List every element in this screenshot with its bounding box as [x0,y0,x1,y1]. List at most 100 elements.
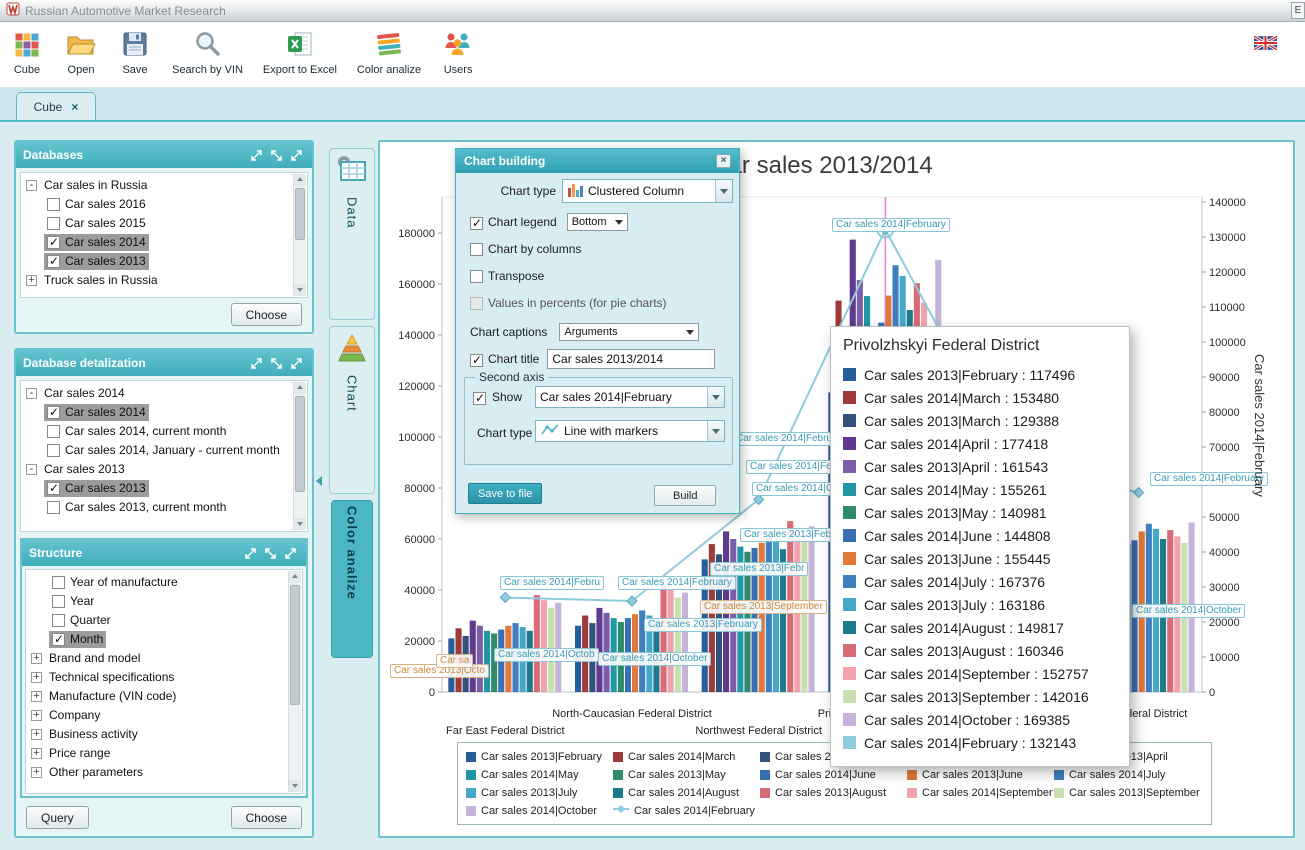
collapse-node-icon[interactable]: - [26,180,37,191]
toolbar-button-users[interactable]: Users [441,26,475,76]
structure-tree-row[interactable]: Year [27,592,287,611]
expand-all-icon[interactable] [248,355,265,372]
structure-tree-row[interactable]: +Brand and model [27,649,287,668]
checkbox[interactable] [47,406,60,419]
expand-node-icon[interactable]: + [31,748,42,759]
maximize-panel-icon[interactable] [282,545,299,562]
checkbox[interactable] [52,633,65,646]
bar[interactable] [541,600,547,692]
collapse-all-icon[interactable] [268,355,285,372]
chart-by-columns-checkbox[interactable] [470,243,483,256]
expand-node-icon[interactable]: + [31,767,42,778]
collapse-node-icon[interactable]: - [26,464,37,475]
toolbar-button-export-to-excel[interactable]: Export to Excel [263,26,337,76]
bar[interactable] [484,631,490,692]
detalization-tree-row[interactable]: Car sales 2014, January - current month [22,441,292,460]
expand-node-icon[interactable]: + [26,275,37,286]
legend-item[interactable]: Car sales 2014|October [466,802,613,819]
checkbox[interactable] [47,236,60,249]
checkbox[interactable] [47,501,60,514]
tab-data[interactable]: Data [329,148,375,320]
checkbox[interactable] [47,482,60,495]
scroll-down-icon[interactable] [294,284,306,296]
legend-item[interactable]: Car sales 2014|July [1054,766,1201,783]
legend-position-select[interactable]: Bottom [567,213,628,231]
collapse-all-icon[interactable] [262,545,279,562]
scroll-down-icon[interactable] [294,518,306,530]
databases-tree-row[interactable]: Car sales 2015 [22,214,292,233]
line-marker[interactable] [1134,488,1144,498]
toolbar-button-search-by-vin[interactable]: Search by VIN [172,26,243,76]
bar[interactable] [477,626,483,692]
structure-tree-row[interactable]: +Business activity [27,725,287,744]
second-axis-series-dropdown[interactable]: Car sales 2014|February [535,386,725,408]
expand-node-icon[interactable]: + [31,653,42,664]
bar[interactable] [661,585,667,692]
legend-item[interactable]: Car sales 2013|July [466,784,613,801]
checkbox[interactable] [52,595,65,608]
chart-title-checkbox[interactable] [470,354,483,367]
chart-legend-checkbox[interactable] [470,217,483,230]
expand-all-icon[interactable] [242,545,259,562]
bar[interactable] [682,593,688,692]
legend-item[interactable]: Car sales 2014|February [613,802,760,819]
detalization-tree-row[interactable]: -Car sales 2013 [22,460,292,479]
bar[interactable] [534,595,540,692]
expand-node-icon[interactable]: + [31,729,42,740]
dropdown-arrow-icon[interactable] [715,180,732,202]
chart-type-dropdown[interactable]: Clustered Column [562,179,733,203]
chart-title-input[interactable] [547,349,715,369]
checkbox[interactable] [52,614,65,627]
tab-chart[interactable]: Chart [329,326,375,494]
maximize-panel-icon[interactable] [288,147,305,164]
legend-item[interactable]: Car sales 2013|September [1054,784,1201,801]
dialog-close-icon[interactable]: × [716,154,731,168]
databases-tree-row[interactable]: -Car sales in Russia [22,176,292,195]
detalization-tree-row[interactable]: Car sales 2013 [22,479,292,498]
choose-databases-button[interactable]: Choose [231,303,302,326]
legend-item[interactable]: Car sales 2013|February [466,748,613,765]
transpose-checkbox[interactable] [470,270,483,283]
checkbox[interactable] [47,198,60,211]
scrollbar[interactable] [288,571,301,792]
checkbox[interactable] [52,576,65,589]
databases-tree-row[interactable]: Car sales 2014 [22,233,292,252]
tab-cube[interactable]: Cube × [16,92,96,120]
structure-tree-row[interactable]: +Price range [27,744,287,763]
collapse-node-icon[interactable]: - [26,388,37,399]
databases-tree-row[interactable]: +Truck sales in Russia [22,271,292,290]
detalization-tree-row[interactable]: Car sales 2014 [22,403,292,422]
values-in-percents-checkbox[interactable] [470,297,483,310]
checkbox[interactable] [47,425,60,438]
checkbox[interactable] [47,217,60,230]
dropdown-arrow-icon[interactable] [707,421,724,441]
scroll-up-icon[interactable] [294,382,306,394]
expand-node-icon[interactable]: + [31,691,42,702]
line-marker[interactable] [500,593,510,603]
legend-item[interactable]: Car sales 2014|August [613,784,760,801]
second-axis-show-checkbox[interactable] [473,392,486,405]
maximize-panel-icon[interactable] [288,355,305,372]
toolbar-button-open[interactable]: Open [64,26,98,76]
bar[interactable] [668,590,674,692]
tab-close-icon[interactable]: × [71,101,78,113]
checkbox[interactable] [47,255,60,268]
build-button[interactable]: Build [654,485,716,506]
toolbar-button-color-analize[interactable]: Color analize [357,26,421,76]
dropdown-arrow-icon[interactable] [707,387,724,407]
scrollbar[interactable] [293,382,306,530]
dialog-title-bar[interactable]: Chart building × [456,149,739,173]
scroll-thumb[interactable] [290,585,300,705]
window-corner-badge[interactable]: E [1291,2,1305,19]
legend-item[interactable]: Car sales 2013|May [613,766,760,783]
bar[interactable] [491,633,497,692]
legend-item[interactable]: Car sales 2014|June [760,766,907,783]
checkbox[interactable] [47,444,60,457]
legend-item[interactable]: Car sales 2014|March [613,748,760,765]
toolbar-button-save[interactable]: Save [118,26,152,76]
bar[interactable] [766,536,772,692]
databases-tree-row[interactable]: Car sales 2016 [22,195,292,214]
scroll-up-icon[interactable] [294,174,306,186]
structure-tree-row[interactable]: Quarter [27,611,287,630]
query-button[interactable]: Query [26,806,89,829]
